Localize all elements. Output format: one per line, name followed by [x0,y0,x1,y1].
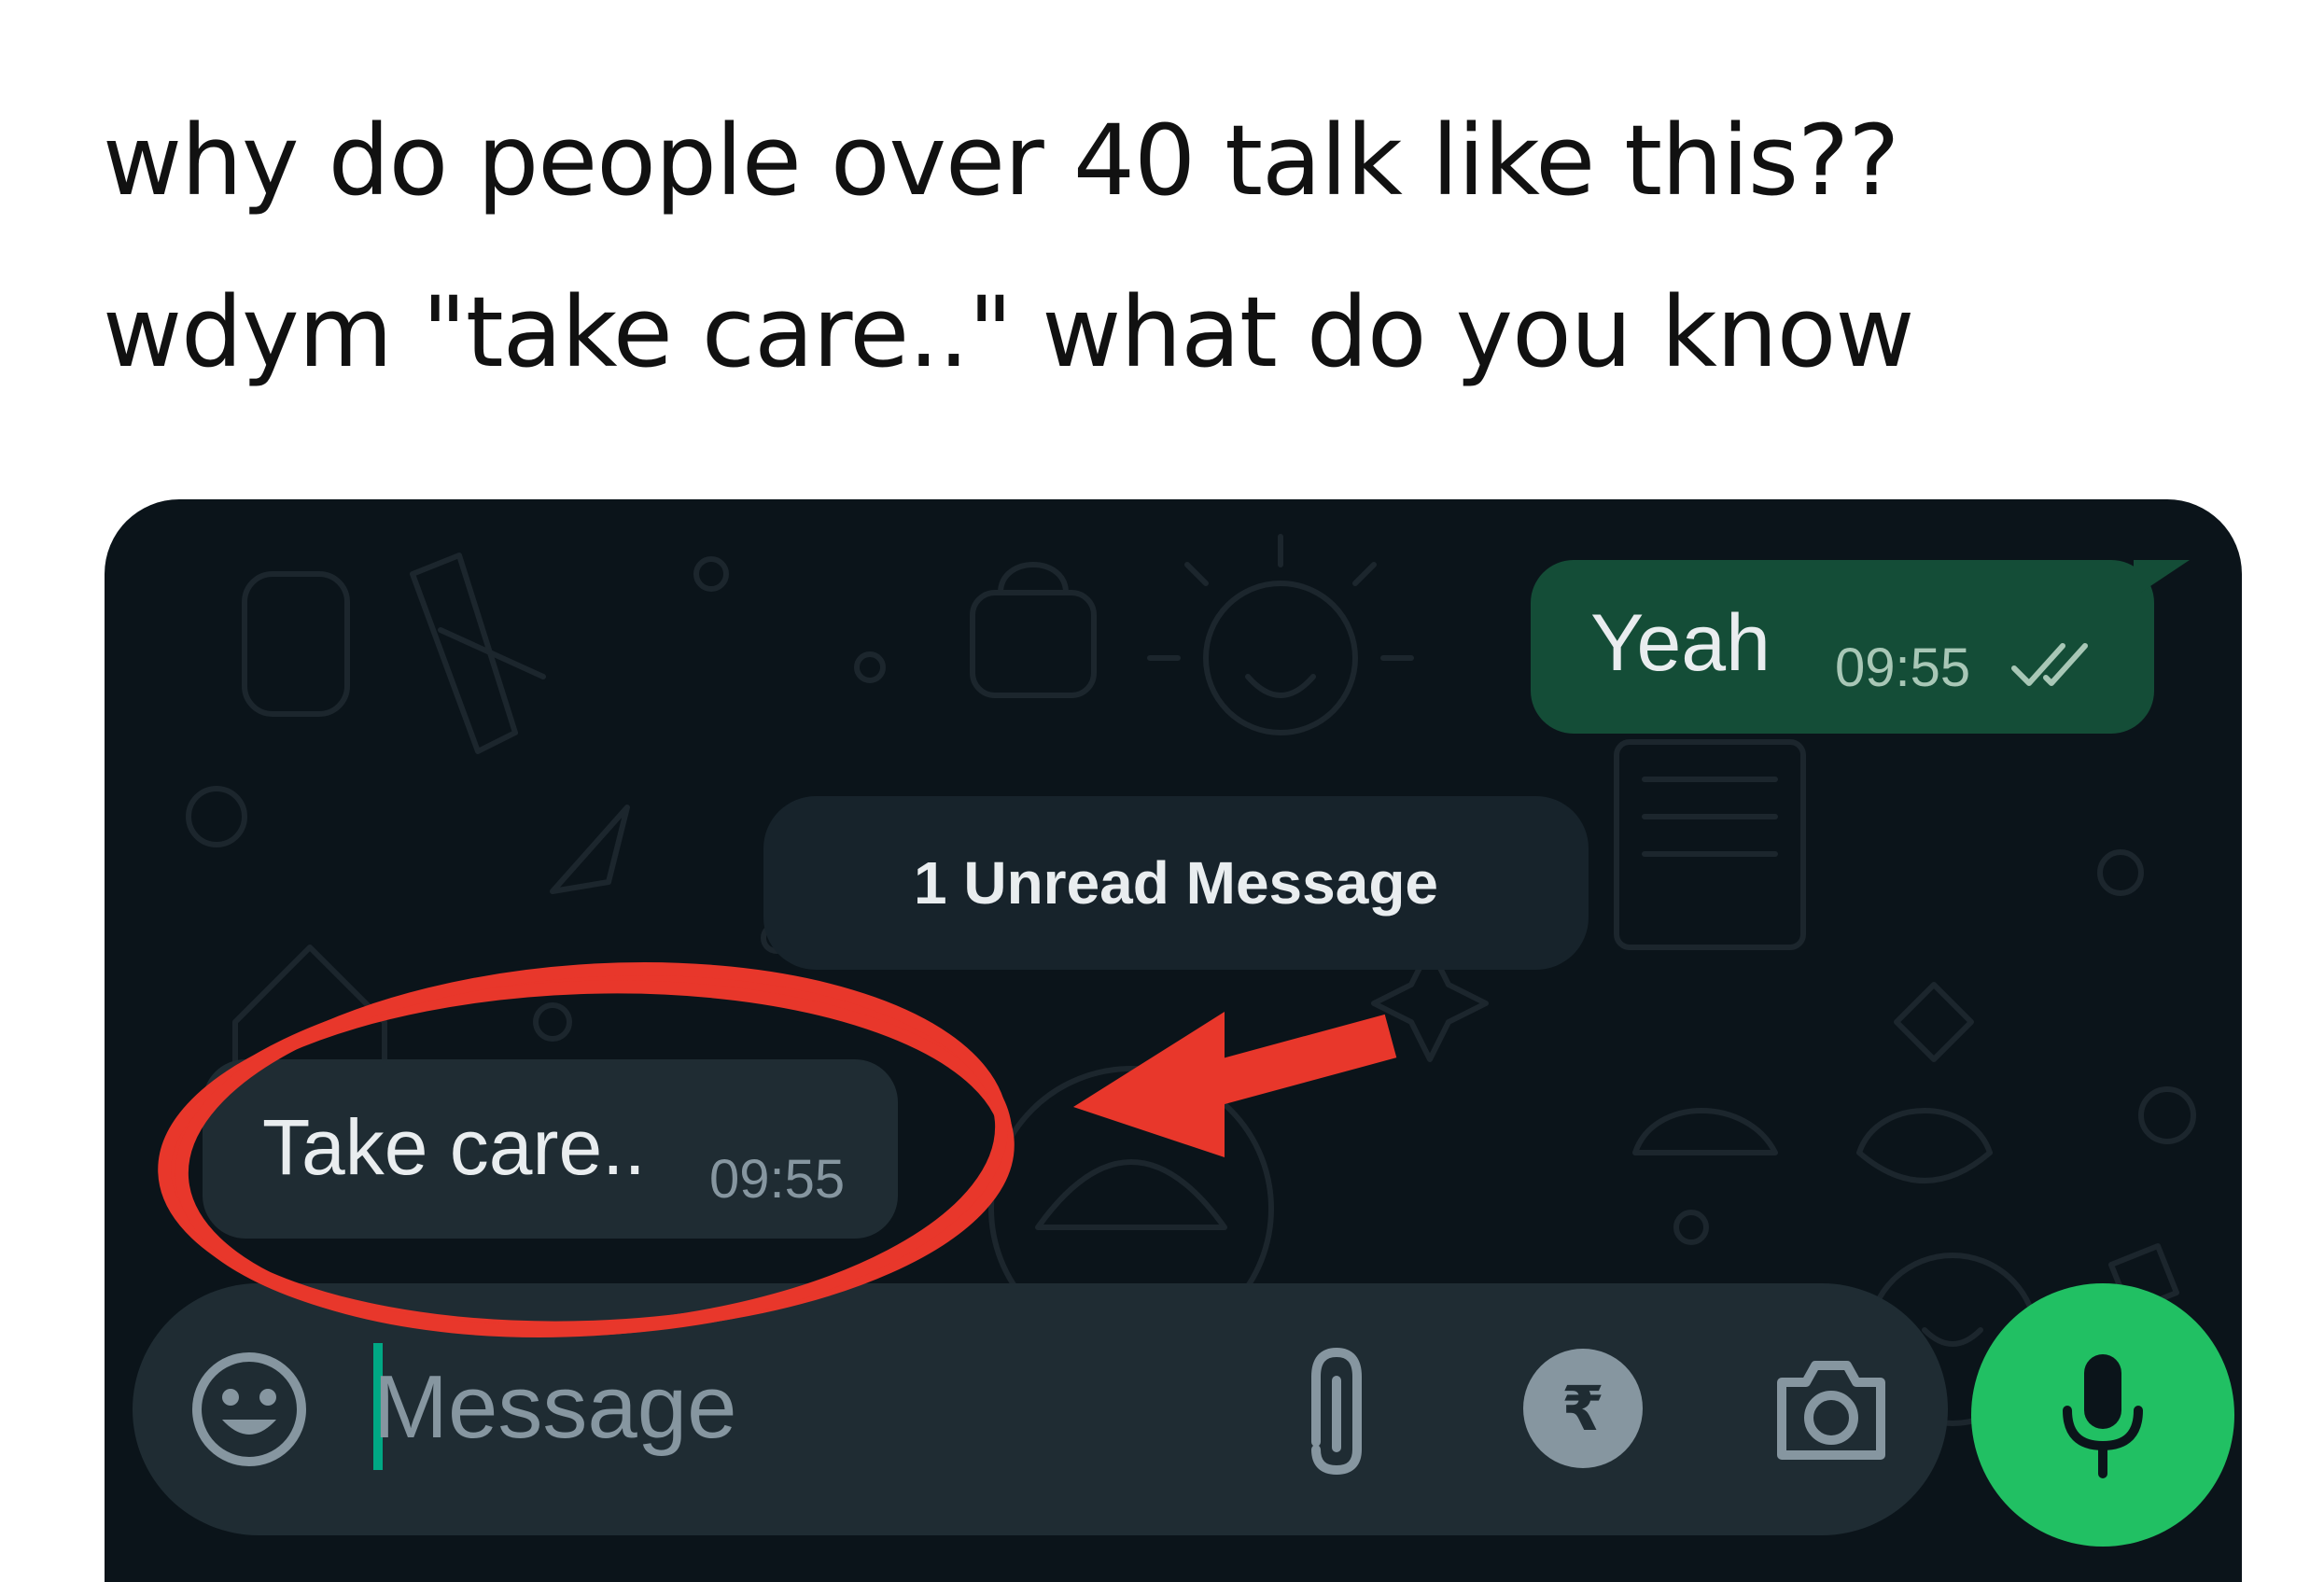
emoji-icon[interactable] [189,1349,310,1470]
message-input-bar: ₹ [133,1283,1948,1535]
post-caption: why do people over 40 talk like this?? w… [103,75,2277,418]
caption-line-1: why do people over 40 talk like this?? [103,104,1899,217]
unread-messages-banner: 1 Unread Message [763,796,1589,970]
double-check-icon [2011,643,2088,686]
outgoing-message-bubble[interactable]: Yeah 09:55 [1531,560,2190,734]
incoming-message-bubble[interactable]: Take care.. 09:55 [203,1059,898,1239]
incoming-message-time: 09:55 [709,1149,846,1210]
incoming-message-text: Take care.. [262,1103,646,1191]
chat-screenshot: Yeah 09:55 1 Unread Message Take care.. … [105,499,2242,1582]
caption-line-2: wdym "take care.." what do you know [103,275,1915,389]
microphone-icon [2063,1354,2143,1478]
rupee-icon[interactable]: ₹ [1523,1349,1643,1468]
outgoing-message-text: Yeah [1590,598,1771,688]
outgoing-message-time: 09:55 [1835,637,1971,698]
message-input[interactable] [373,1337,1027,1477]
voice-message-button[interactable] [1971,1283,2234,1547]
paperclip-icon[interactable] [1271,1339,1402,1479]
bubble-tail [2134,560,2190,597]
camera-icon[interactable] [1771,1349,1892,1470]
